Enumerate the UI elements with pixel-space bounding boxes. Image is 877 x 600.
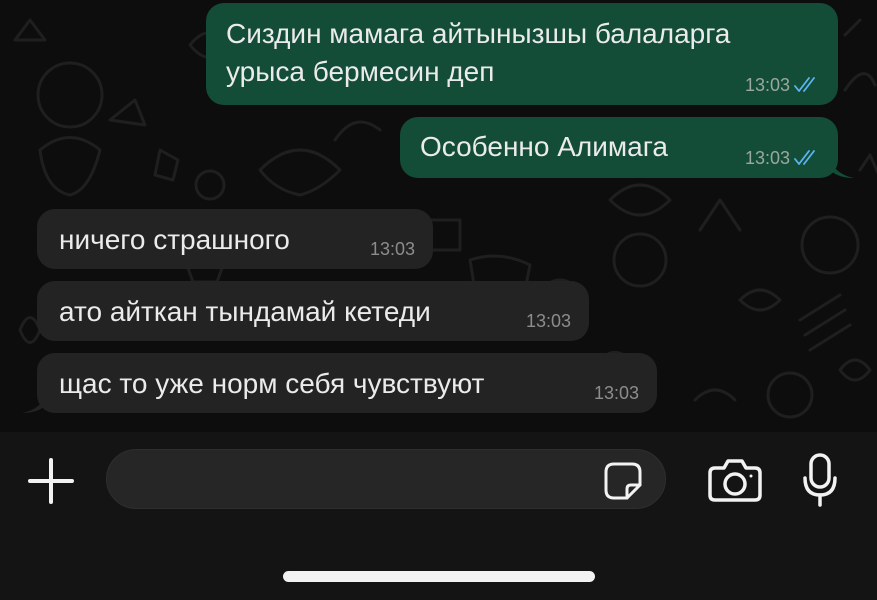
message-meta: 13:03 [745,148,820,168]
message-bubble-incoming[interactable]: ничего страшного 13:03 [37,209,433,269]
message-bubble-outgoing[interactable]: Сиздин мамага айтынызшы балаларга урыса … [206,3,838,105]
message-bubble-incoming[interactable]: щас то уже норм себя чувствуют 13:03 [37,353,657,413]
message-meta: 13:03 [526,311,571,331]
microphone-icon [803,453,837,507]
bubble-tail [22,393,46,413]
attach-button[interactable] [26,456,76,506]
message-meta: 13:03 [745,75,820,95]
message-meta: 13:03 [370,239,415,259]
message-text: урыса бермесин деп [226,56,495,87]
plus-icon [28,458,74,504]
message-text: Сиздин мамага айтынызшы балаларга [226,18,731,49]
sticker-button[interactable] [603,461,643,501]
home-indicator[interactable] [283,571,595,582]
message-field[interactable] [106,449,666,509]
sticker-icon [604,462,642,500]
read-receipt-icon [794,77,815,92]
bubble-tail [830,158,854,178]
message-time: 13:03 [369,239,415,259]
message-input[interactable] [129,460,603,500]
message-text: ато айткан тындамай кетеди [59,296,431,327]
message-bubble-outgoing[interactable]: Особенно Алимага 13:03 [400,117,838,178]
message-bubble-incoming[interactable]: ато айткан тындамай кетеди 13:03 [37,281,589,341]
composer-bar [0,432,877,600]
message-text: ничего страшного [59,224,290,255]
chat-screen: Сиздин мамага айтынызшы балаларга урыса … [0,0,877,600]
voice-message-button[interactable] [802,452,838,508]
camera-button[interactable] [707,456,763,504]
camera-icon [708,459,762,502]
message-time: 13:03 [744,75,790,95]
read-receipt-icon [794,150,815,165]
message-text: щас то уже норм себя чувствуют [59,368,485,399]
message-time: 13:03 [525,311,571,331]
message-meta: 13:03 [594,383,639,403]
chat-message-list[interactable]: Сиздин мамага айтынызшы балаларга урыса … [0,0,877,432]
message-time: 13:03 [593,383,639,403]
message-time: 13:03 [744,148,790,168]
